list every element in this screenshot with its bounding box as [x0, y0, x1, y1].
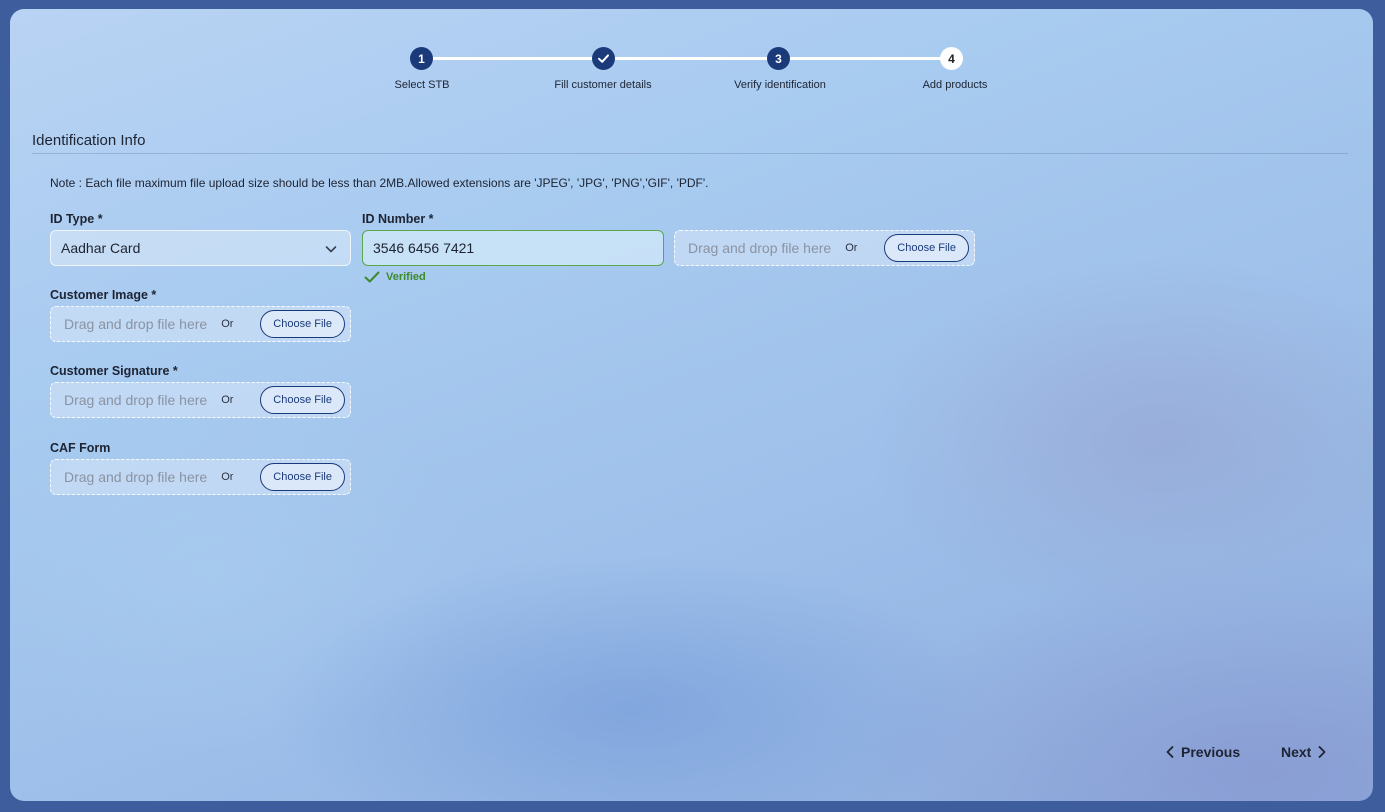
- stepper-track: [422, 57, 951, 60]
- previous-button[interactable]: Previous: [1165, 740, 1240, 764]
- step-4-marker: 4: [940, 47, 963, 70]
- id-number-value: 3546 6456 7421: [373, 240, 475, 256]
- id-document-choose-file-button[interactable]: Choose File: [884, 234, 969, 262]
- next-label: Next: [1281, 744, 1312, 760]
- verified-status: Verified: [364, 269, 426, 285]
- next-button[interactable]: Next: [1281, 740, 1327, 764]
- customer-image-label: Customer Image *: [50, 288, 157, 302]
- chevron-left-icon: [1166, 746, 1174, 758]
- dropzone-hint: Drag and drop file here: [64, 392, 208, 408]
- customer-image-dropzone[interactable]: Drag and drop file here Or Choose File: [50, 306, 351, 342]
- chevron-down-icon: [325, 246, 337, 253]
- step-1-marker: 1: [410, 47, 433, 70]
- id-document-dropzone[interactable]: Drag and drop file here Or Choose File: [674, 230, 975, 266]
- chevron-right-icon: [1318, 746, 1326, 758]
- app-window: 1 Select STB Fill customer details 3 Ver…: [10, 9, 1373, 801]
- step-3-label: Verify identification: [734, 79, 826, 91]
- dropzone-hint: Drag and drop file here: [64, 316, 208, 332]
- customer-signature-choose-file-button[interactable]: Choose File: [260, 386, 345, 414]
- id-number-label: ID Number *: [362, 212, 434, 226]
- or-separator: Or: [221, 394, 234, 406]
- or-separator: Or: [221, 318, 234, 330]
- section-divider: [32, 153, 1348, 154]
- caf-form-choose-file-button[interactable]: Choose File: [260, 463, 345, 491]
- section-title: Identification Info: [32, 132, 146, 149]
- upload-note: Note : Each file maximum file upload siz…: [50, 176, 709, 190]
- step-4-label: Add products: [922, 79, 988, 91]
- id-type-value: Aadhar Card: [61, 240, 141, 256]
- id-type-select[interactable]: Aadhar Card: [50, 230, 351, 266]
- caf-form-label: CAF Form: [50, 441, 111, 455]
- step-2-check-icon: [592, 47, 615, 70]
- customer-signature-dropzone[interactable]: Drag and drop file here Or Choose File: [50, 382, 351, 418]
- step-3-marker: 3: [767, 47, 790, 70]
- previous-label: Previous: [1181, 744, 1241, 760]
- step-1-label: Select STB: [394, 79, 450, 91]
- check-icon: [364, 271, 380, 283]
- customer-signature-label: Customer Signature *: [50, 364, 178, 378]
- dropzone-hint: Drag and drop file here: [64, 469, 208, 485]
- id-type-label: ID Type *: [50, 212, 103, 226]
- customer-image-choose-file-button[interactable]: Choose File: [260, 310, 345, 338]
- or-separator: Or: [845, 242, 858, 254]
- verified-text: Verified: [386, 271, 426, 283]
- dropzone-hint: Drag and drop file here: [688, 240, 832, 256]
- or-separator: Or: [221, 471, 234, 483]
- caf-form-dropzone[interactable]: Drag and drop file here Or Choose File: [50, 459, 351, 495]
- step-2-label: Fill customer details: [554, 79, 652, 91]
- progress-stepper: 1 Select STB Fill customer details 3 Ver…: [10, 9, 1373, 109]
- id-number-input[interactable]: 3546 6456 7421: [362, 230, 664, 266]
